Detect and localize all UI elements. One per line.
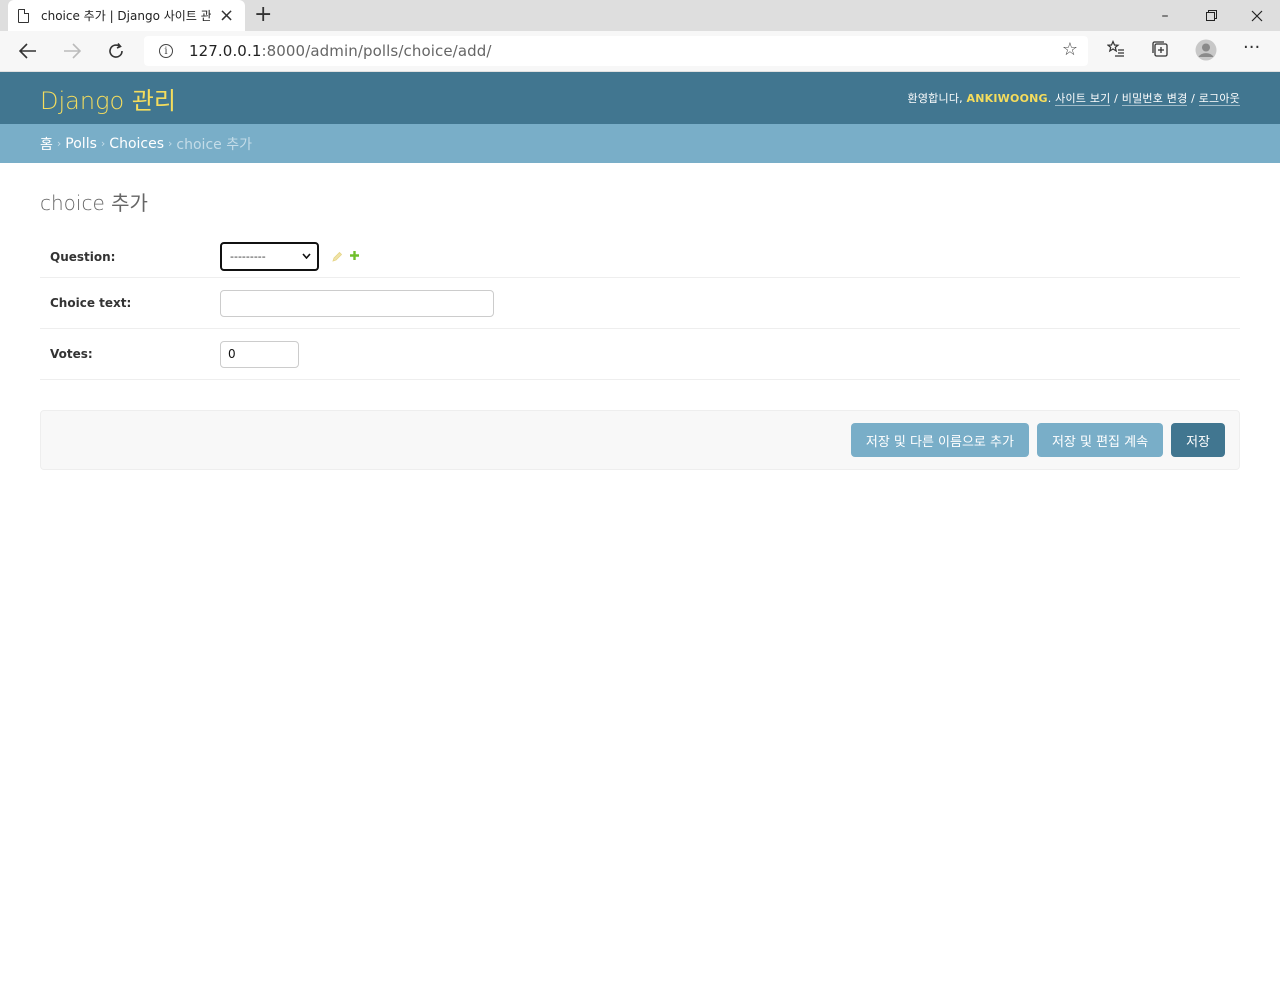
save-and-continue-button[interactable]: 저장 및 편집 계속 <box>1036 423 1164 457</box>
submit-row: 저장 및 다른 이름으로 추가 저장 및 편집 계속 저장 <box>40 410 1240 470</box>
url-path: :8000/admin/polls/choice/add/ <box>261 42 492 60</box>
page-title: choice 추가 <box>40 191 148 215</box>
question-select[interactable]: --------- <box>220 242 319 271</box>
votes-row: Votes: 0 <box>40 329 1240 380</box>
breadcrumb-current: choice 추가 <box>176 136 252 153</box>
tab-close-icon[interactable]: × <box>219 6 234 25</box>
view-site-link[interactable]: 사이트 보기 <box>1055 92 1111 106</box>
new-tab-icon[interactable]: + <box>254 3 272 27</box>
minimize-icon[interactable]: – <box>1142 0 1188 31</box>
breadcrumb-home[interactable]: 홈 <box>40 134 53 154</box>
question-label: Question: <box>50 249 116 264</box>
user-tools: 환영합니다, ANKIWOONG. 사이트 보기 / 비밀번호 변경 / 로그아… <box>907 92 1240 106</box>
browser-tab[interactable]: choice 추가 | Django 사이트 관리 × <box>8 0 245 31</box>
info-icon[interactable]: i <box>159 44 173 58</box>
choice-text-input[interactable] <box>220 289 494 317</box>
add-question-icon[interactable] <box>349 249 360 264</box>
more-menu-icon[interactable]: ··· <box>1243 37 1260 58</box>
refresh-icon[interactable] <box>104 39 128 63</box>
save-and-add-another-button[interactable]: 저장 및 다른 이름으로 추가 <box>850 423 1029 457</box>
username: ANKIWOONG <box>966 92 1048 105</box>
close-window-icon[interactable] <box>1234 0 1280 31</box>
admin-header: Django 관리 환영합니다, ANKIWOONG. 사이트 보기 / 비밀번… <box>0 72 1280 124</box>
url-text: 127.0.0.1:8000/admin/polls/choice/add/ <box>189 42 492 60</box>
chevron-down-icon <box>302 251 311 262</box>
browser-toolbar: i 127.0.0.1:8000/admin/polls/choice/add/… <box>0 31 1280 72</box>
save-button[interactable]: 저장 <box>1171 423 1225 457</box>
breadcrumb-separator: › <box>100 137 106 150</box>
restore-icon[interactable] <box>1188 0 1234 31</box>
breadcrumb: 홈 › Polls › Choices › choice 추가 <box>0 124 1280 163</box>
tab-title: choice 추가 | Django 사이트 관리 <box>41 9 211 23</box>
question-selected-value: --------- <box>230 250 266 263</box>
site-branding[interactable]: Django 관리 <box>40 81 176 116</box>
breadcrumb-separator: › <box>168 137 173 150</box>
change-password-link[interactable]: 비밀번호 변경 <box>1121 92 1188 106</box>
logout-link[interactable]: 로그아웃 <box>1198 92 1240 106</box>
votes-label: Votes: <box>50 347 93 361</box>
breadcrumb-separator: › <box>56 137 62 150</box>
favorite-star-icon[interactable]: ☆ <box>1062 39 1078 60</box>
main-content: choice 추가 Question: --------- Choice tex… <box>0 187 1280 470</box>
document-icon <box>18 8 29 23</box>
welcome-text: 환영합니다, <box>907 92 963 105</box>
breadcrumb-choices[interactable]: Choices <box>109 136 164 152</box>
favorites-list-icon[interactable] <box>1106 39 1125 63</box>
back-arrow-icon[interactable] <box>16 39 40 63</box>
question-row: Question: --------- <box>40 236 1240 278</box>
url-host: 127.0.0.1 <box>189 42 262 60</box>
choice-text-row: Choice text: <box>40 278 1240 329</box>
forward-arrow-icon <box>60 39 84 63</box>
breadcrumb-polls[interactable]: Polls <box>65 136 97 152</box>
choice-text-label: Choice text: <box>50 296 132 310</box>
address-bar[interactable]: i 127.0.0.1:8000/admin/polls/choice/add/… <box>144 36 1088 66</box>
collections-icon[interactable] <box>1151 40 1169 63</box>
profile-avatar-icon[interactable] <box>1195 39 1217 66</box>
browser-tabbar: choice 추가 | Django 사이트 관리 × + – <box>0 0 1280 31</box>
pencil-icon <box>331 251 343 263</box>
votes-input[interactable]: 0 <box>220 340 299 368</box>
